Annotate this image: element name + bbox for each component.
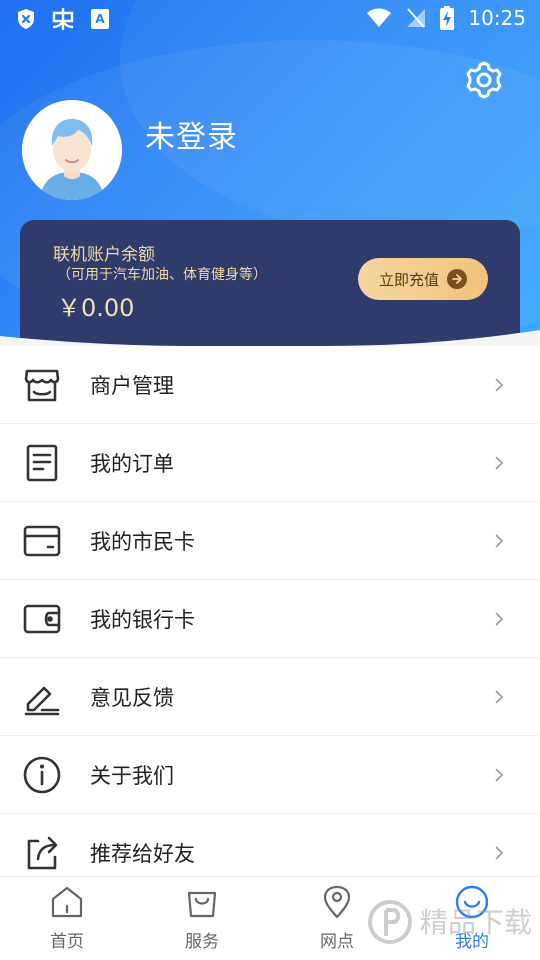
tab-label: 服务: [185, 932, 219, 952]
tab-label: 首页: [50, 932, 84, 952]
tab-services[interactable]: 服务: [142, 885, 262, 955]
chevron-right-icon: [495, 377, 504, 392]
menu-item-citizen-card[interactable]: 我的市民卡: [0, 502, 540, 580]
location-pin-icon: [323, 885, 351, 919]
gear-icon[interactable]: [464, 60, 504, 100]
chevron-right-icon: [495, 767, 504, 782]
menu-item-orders[interactable]: 我的订单: [0, 424, 540, 502]
svg-text:A: A: [95, 12, 105, 26]
menu-item-merchant[interactable]: 商户管理: [0, 346, 540, 424]
menu-label: 意见反馈: [90, 685, 174, 710]
watermark: 精品下载: [368, 900, 532, 944]
menu-label: 商户管理: [90, 373, 174, 398]
chevron-right-icon: [495, 689, 504, 704]
shield-x-icon: [18, 9, 34, 29]
info-icon: [23, 756, 61, 793]
shopping-bag-icon: [187, 891, 217, 918]
balance-amount: ￥0.00: [57, 294, 135, 322]
recharge-button[interactable]: 立即充值: [358, 258, 488, 300]
chevron-right-icon: [495, 611, 504, 626]
order-document-icon: [26, 444, 58, 481]
menu-label: 推荐给好友: [90, 841, 195, 866]
wifi-icon: [367, 8, 392, 27]
a-icon: A: [91, 9, 109, 29]
home-icon: [51, 886, 83, 918]
menu-item-feedback[interactable]: 意见反馈: [0, 658, 540, 736]
recharge-label: 立即充值: [378, 270, 439, 289]
menu-label: 我的市民卡: [90, 529, 195, 554]
balance-subtitle: （可用于汽车加油、体育健身等）: [57, 267, 267, 283]
avatar[interactable]: [22, 100, 122, 200]
status-time: 10:25: [468, 6, 526, 30]
balance-title: 联机账户余额: [53, 245, 155, 265]
user-name[interactable]: 未登录: [145, 112, 238, 156]
bug-icon: [52, 8, 74, 30]
watermark-text: 精品下载: [420, 906, 532, 939]
share-icon: [27, 836, 58, 869]
battery-charging-icon: [440, 6, 455, 30]
menu-label: 我的银行卡: [90, 607, 195, 632]
avatar-illustration: [22, 100, 122, 200]
chevron-right-icon: [495, 533, 504, 548]
edit-feedback-icon: [24, 686, 60, 715]
menu-list: 商户管理 我的订单 我的市民卡 我的银行卡 意见反馈 关于我们 推荐给好友: [0, 346, 540, 892]
wallet-icon: [23, 604, 61, 633]
arrow-right-icon: [447, 269, 467, 289]
menu-item-bank-card[interactable]: 我的银行卡: [0, 580, 540, 658]
menu-label: 我的订单: [90, 451, 174, 476]
tab-home[interactable]: 首页: [7, 885, 127, 955]
status-bar: A 10:25: [0, 0, 540, 38]
store-icon: [24, 369, 60, 401]
menu-item-about[interactable]: 关于我们: [0, 736, 540, 814]
menu-label: 关于我们: [90, 763, 174, 788]
chevron-right-icon: [495, 455, 504, 470]
no-signal-icon: [407, 8, 426, 28]
chevron-right-icon: [495, 845, 504, 860]
card-icon: [23, 525, 61, 556]
